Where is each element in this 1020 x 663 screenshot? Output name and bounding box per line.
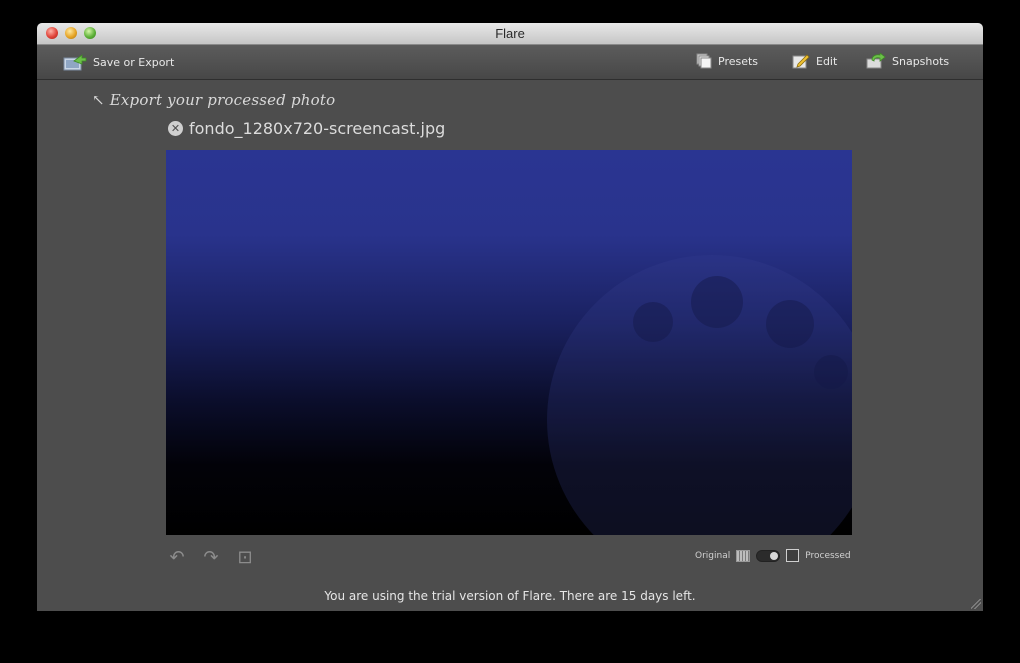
presets-button[interactable]: Presets — [696, 53, 758, 69]
watermark-dot — [814, 355, 848, 389]
edit-icon — [792, 54, 810, 69]
original-processed-toggle[interactable] — [756, 549, 781, 562]
original-label: Original — [695, 550, 731, 561]
file-name: fondo_1280x720-screencast.jpg — [189, 119, 446, 138]
arrow-up-left-icon: ↖ — [92, 91, 105, 109]
resize-handle[interactable] — [971, 599, 981, 609]
trial-message: You are using the trial version of Flare… — [324, 589, 696, 603]
processed-label: Processed — [805, 550, 851, 561]
export-hint-text: Export your processed photo — [109, 91, 336, 109]
export-icon — [63, 54, 87, 71]
crop-icon[interactable]: ⊡ — [236, 547, 254, 568]
close-circle-icon[interactable]: ✕ — [168, 121, 183, 136]
flare-window: Flare Save or Export Presets Edit Snapsh… — [37, 23, 983, 611]
snapshots-button[interactable]: Snapshots — [866, 53, 949, 69]
save-export-label: Save or Export — [93, 55, 175, 69]
redo-icon[interactable]: ↷ — [202, 547, 220, 568]
snapshots-label: Snapshots — [892, 54, 950, 68]
watermark-dot — [633, 302, 673, 342]
presets-icon — [696, 53, 712, 69]
watermark-dot — [766, 300, 814, 348]
processed-checkbox[interactable] — [786, 549, 800, 562]
watermark-dot — [691, 276, 743, 328]
photo-preview[interactable] — [166, 150, 852, 535]
presets-label: Presets — [718, 54, 759, 68]
title-bar[interactable]: Flare — [37, 23, 983, 45]
photo-tools: ↶ ↷ ⊡ — [168, 547, 254, 568]
film-icon — [736, 549, 751, 562]
save-export-button[interactable]: Save or Export — [63, 53, 174, 71]
edit-label: Edit — [816, 54, 838, 68]
window-title: Flare — [495, 26, 525, 41]
file-header: ✕ fondo_1280x720-screencast.jpg — [168, 119, 445, 138]
export-hint: ↖ Export your processed photo — [92, 91, 335, 109]
undo-icon[interactable]: ↶ — [168, 547, 186, 568]
toolbar: Save or Export Presets Edit Snapshots — [37, 45, 983, 80]
snapshots-icon — [866, 53, 886, 69]
compare-controls: Original Processed — [695, 549, 851, 562]
edit-button[interactable]: Edit — [792, 53, 837, 69]
